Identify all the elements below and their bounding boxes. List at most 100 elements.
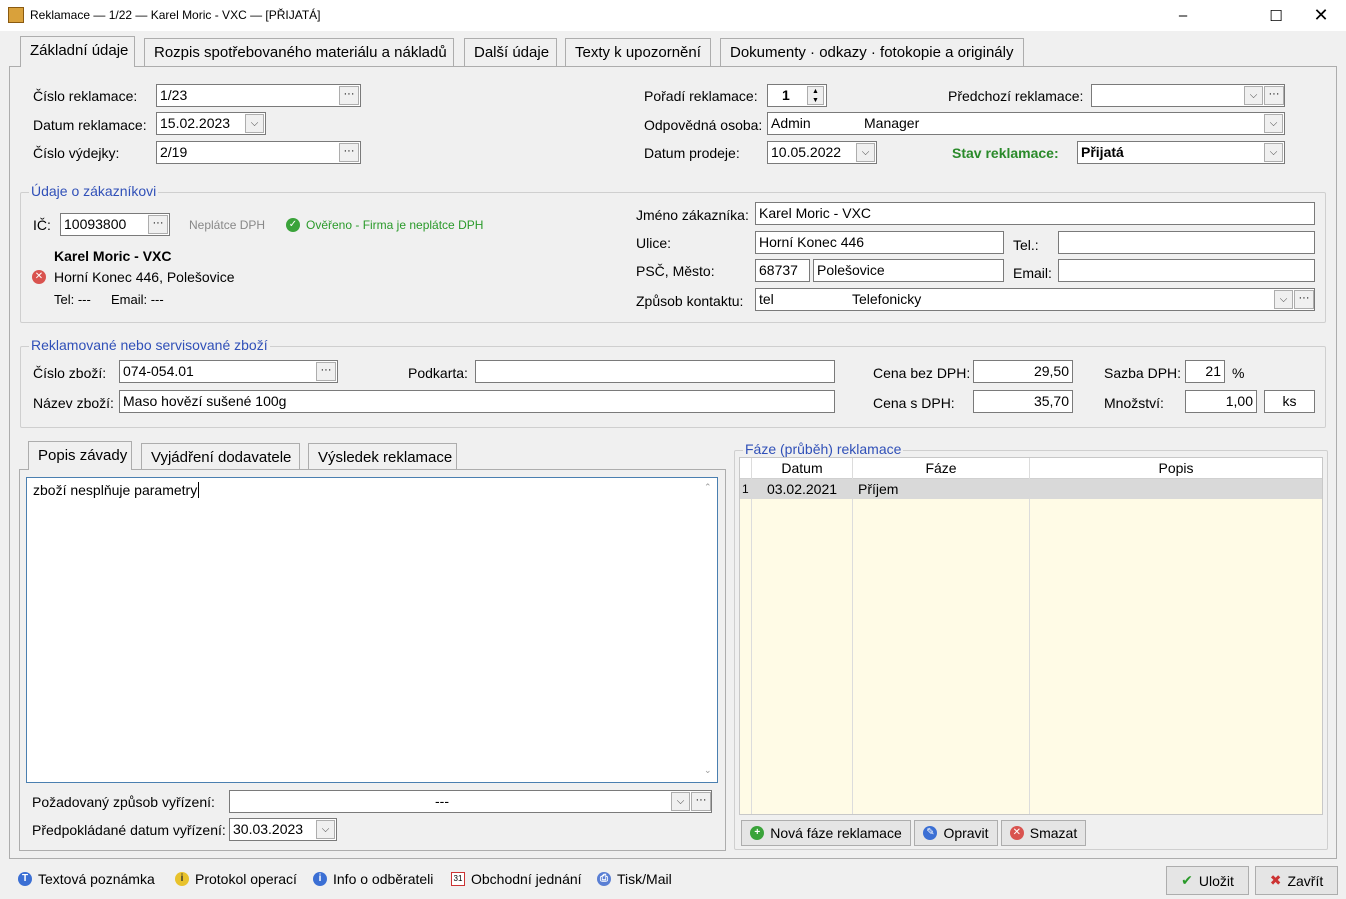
tab-dokumenty[interactable]: Dokumenty · odkazy · fotokopie a originá… (720, 38, 1024, 66)
tab-texty-upozorneni[interactable]: Texty k upozornění (565, 38, 711, 66)
opravit-button[interactable]: ✎ Opravit (914, 820, 998, 846)
chevron-down-icon[interactable]: ⌵ (1264, 143, 1283, 162)
zpusob-vyrizeni-value: --- (435, 793, 449, 809)
info-odberatel-link[interactable]: i Info o odběrateli (313, 871, 433, 887)
cena-s-label: Cena s DPH: (873, 395, 955, 411)
stav-value: Přijatá (1081, 144, 1124, 160)
info-warning-icon: i (175, 872, 189, 886)
email-input[interactable] (1058, 259, 1315, 282)
osoba-label: Odpovědná osoba: (644, 117, 763, 133)
ulice-input[interactable]: Horní Konec 446 (755, 231, 1004, 254)
cena-s-input[interactable]: 35,70 (973, 390, 1073, 413)
minimize-icon[interactable]: – (1160, 0, 1206, 31)
stepper-arrows-icon[interactable]: ▲ ▼ (807, 86, 824, 105)
faze-group-title: Fáze (průběh) reklamace (743, 441, 904, 457)
popis-textarea[interactable]: zboží nesplňuje parametry (26, 477, 718, 783)
osoba-select[interactable]: Admin Manager (767, 112, 1285, 135)
datum-reklamace-label: Datum reklamace: (33, 117, 147, 133)
mnozstvi-input[interactable]: 1,00 (1185, 390, 1257, 413)
goods-group-title: Reklamované nebo servisované zboží (29, 337, 270, 353)
psc-input[interactable]: 68737 (755, 259, 810, 282)
zpusob-vyrizeni-select[interactable]: --- (229, 790, 712, 813)
cislo-zbozi-more-button[interactable]: ··· (316, 362, 336, 381)
sazba-label: Sazba DPH: (1104, 365, 1182, 381)
customer-group-title: Údaje o zákazníkovi (29, 183, 159, 199)
protokol-operaci-link[interactable]: i Protokol operací (175, 871, 297, 887)
calendar-icon: 31 (451, 872, 465, 886)
chevron-down-icon[interactable]: ⌵ (1274, 290, 1293, 309)
cislo-zbozi-input[interactable]: 074-054.01 (119, 360, 338, 383)
stav-select[interactable]: Přijatá (1077, 141, 1285, 164)
column-header-faze[interactable]: Fáze (853, 460, 1029, 476)
ic-label: IČ: (33, 217, 51, 233)
tab-dalsi-udaje[interactable]: Další údaje (464, 38, 557, 66)
textova-poznamka-link[interactable]: T Textová poznámka (18, 871, 155, 887)
nazev-zbozi-input[interactable]: Maso hovězí sušené 100g (119, 390, 835, 413)
tab-popis-zavady[interactable]: Popis závady (28, 441, 132, 470)
info-icon: i (313, 872, 327, 886)
chevron-down-icon[interactable]: ⌵ (1264, 114, 1283, 133)
mesto-input[interactable]: Polešovice (813, 259, 1004, 282)
cislo-zbozi-value: 074-054.01 (123, 363, 194, 379)
save-label: Uložit (1198, 872, 1234, 889)
info-odberatel-label: Info o odběrateli (333, 871, 434, 887)
save-button[interactable]: ✔ Uložit (1166, 866, 1249, 895)
ic-value: 10093800 (64, 216, 127, 232)
neplatce-text: Neplátce DPH (189, 218, 266, 232)
chevron-down-icon[interactable]: ⌵ (671, 792, 690, 811)
column-header-datum[interactable]: Datum (752, 460, 852, 476)
tisk-mail-link[interactable]: ⎙ Tisk/Mail (597, 871, 672, 887)
osoba-name: Manager (864, 115, 920, 131)
ulice-label: Ulice: (636, 235, 672, 251)
chevron-down-icon[interactable]: ⌵ (316, 820, 335, 839)
datum-vyrizeni-label: Předpokládané datum vyřízení: (32, 822, 226, 838)
psc-value: 68737 (759, 262, 798, 278)
tab-vyjadreni-dodavatele[interactable]: Vyjádření dodavatele (141, 443, 300, 469)
nazev-zbozi-label: Název zboží: (33, 395, 114, 411)
nazev-zbozi-value: Maso hovězí sušené 100g (123, 393, 287, 409)
close-icon[interactable]: ✕ (1298, 0, 1344, 31)
cislo-reklamace-input[interactable]: 1/23 (156, 84, 361, 107)
scroll-up-icon[interactable]: ⌃ (704, 482, 712, 493)
tab-vysledek-reklamace[interactable]: Výsledek reklamace (308, 443, 457, 469)
kontakt-name: Telefonicky (852, 291, 922, 307)
jmeno-input[interactable]: Karel Moric - VXC (755, 202, 1315, 225)
predchozi-more-button[interactable]: ··· (1264, 86, 1284, 105)
kontakt-select[interactable]: tel Telefonicky (755, 288, 1315, 311)
goods-group (20, 346, 1326, 428)
grid-divider (751, 458, 752, 814)
chevron-down-icon[interactable]: ⌵ (1244, 86, 1263, 105)
smazat-label: Smazat (1029, 825, 1078, 841)
nova-faze-button[interactable]: + Nová fáze reklamace (741, 820, 911, 846)
tab-rozpis-materialu[interactable]: Rozpis spotřebovaného materiálu a náklad… (144, 38, 454, 66)
cislo-zbozi-label: Číslo zboží: (33, 365, 107, 381)
sazba-value: 21 (1205, 363, 1221, 379)
podkarta-label: Podkarta: (408, 365, 468, 381)
tel-input[interactable] (1058, 231, 1315, 254)
chevron-down-icon[interactable]: ⌵ (856, 143, 875, 162)
cena-bez-input[interactable]: 29,50 (973, 360, 1073, 383)
cislo-vydejky-input[interactable]: 2/19 (156, 141, 361, 164)
kontakt-code: tel (759, 291, 774, 307)
podkarta-input[interactable] (475, 360, 835, 383)
kontakt-more-button[interactable]: ··· (1294, 290, 1314, 309)
column-header-popis[interactable]: Popis (1030, 460, 1322, 476)
jednotka-input[interactable]: ks (1264, 390, 1315, 413)
cislo-vydejky-more-button[interactable]: ··· (339, 143, 359, 162)
ic-more-button[interactable]: ··· (148, 215, 168, 234)
zpusob-more-button[interactable]: ··· (691, 792, 711, 811)
cislo-reklamace-more-button[interactable]: ··· (339, 86, 359, 105)
tab-zakladni-udaje[interactable]: Základní údaje (20, 36, 135, 67)
obchodni-jednani-link[interactable]: 31 Obchodní jednání (451, 871, 582, 887)
maximize-icon[interactable]: ☐ (1253, 0, 1299, 31)
close-label: Zavřít (1287, 872, 1324, 889)
chevron-down-icon[interactable]: ⌵ (245, 114, 264, 133)
smazat-button[interactable]: ✕ Smazat (1001, 820, 1086, 846)
close-button[interactable]: ✖ Zavřít (1255, 866, 1338, 895)
window-title: Reklamace — 1/22 — Karel Moric - VXC — [… (30, 8, 321, 22)
edit-icon: ✎ (923, 826, 938, 840)
sazba-input[interactable]: 21 (1185, 360, 1225, 383)
scroll-down-icon[interactable]: ⌄ (704, 765, 712, 776)
cislo-reklamace-label: Číslo reklamace: (33, 88, 138, 104)
predchozi-label: Předchozí reklamace: (948, 88, 1084, 104)
